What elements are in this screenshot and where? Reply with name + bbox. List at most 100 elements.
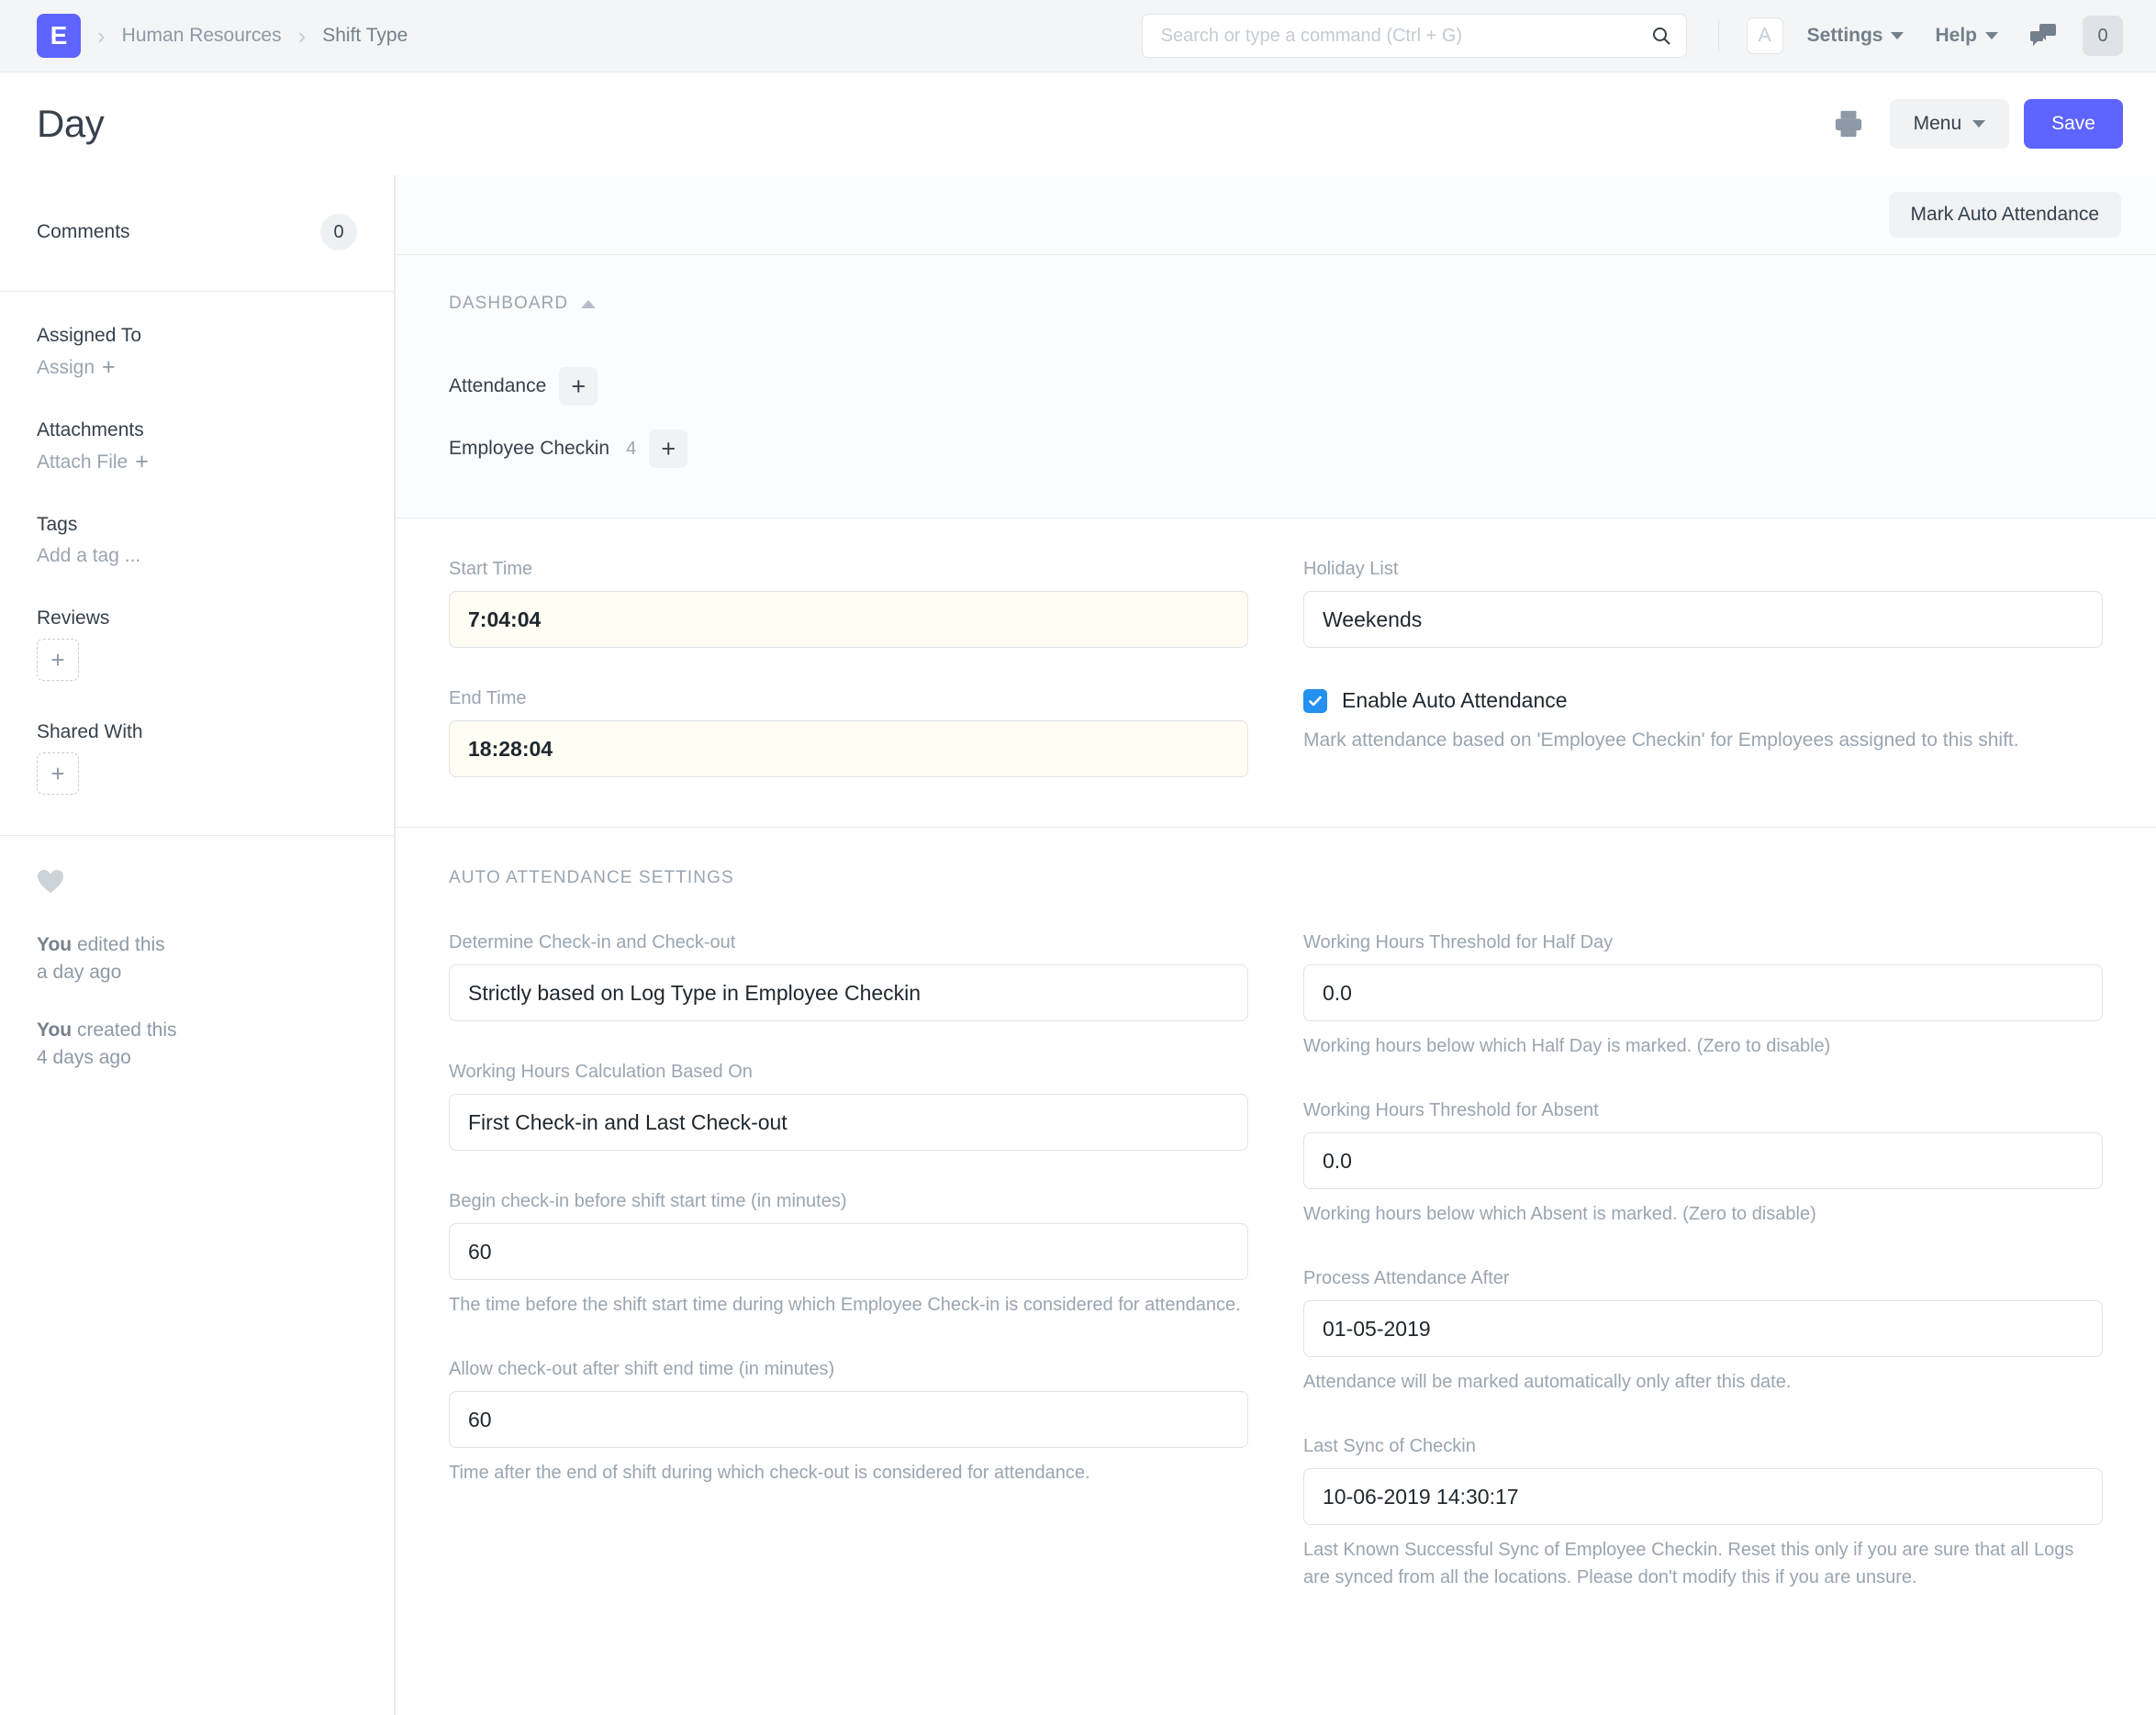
reviews-label: Reviews [37,607,110,629]
sidebar-assigned-to-block: Assigned To Assign + [37,325,357,379]
activity-actor: You [37,1019,73,1041]
working-hours-calculation-select[interactable] [449,1094,1248,1151]
search-container [1141,14,1687,58]
card-toolbar: Mark Auto Attendance [396,175,2156,255]
activity-actor: You [37,934,73,955]
activity-item: You created this 4 days ago [37,1017,357,1073]
begin-checkin-description: The time before the shift start time dur… [449,1295,1241,1315]
plus-icon: + [102,354,116,380]
chevron-down-icon [1891,32,1905,39]
search-input[interactable] [1141,14,1687,58]
dashboard-link-employee-checkin: Employee Checkin 4 + [449,429,2103,468]
holiday-list-label: Holiday List [1303,559,1399,579]
check-icon [1309,696,1322,706]
settings-menu[interactable]: Settings [1807,25,1905,47]
sidebar: Comments 0 Assigned To Assign + Attachme… [0,175,395,1715]
process-attendance-after-input[interactable] [1303,1300,2103,1357]
comments-count-badge: 0 [320,214,357,251]
determine-checkin-checkout-field: Determine Check-in and Check-out [449,932,1248,1021]
determine-checkin-checkout-select[interactable] [449,964,1248,1021]
breadcrumb-separator-icon: › [297,22,307,50]
sidebar-comments-block: Comments 0 [37,214,357,251]
dashboard-link-label[interactable]: Attendance [449,375,546,397]
add-share-button[interactable]: + [37,752,79,795]
last-sync-checkin-description: Last Known Successful Sync of Employee C… [1303,1540,2074,1587]
half-day-threshold-input[interactable] [1303,964,2103,1021]
heart-icon[interactable] [37,869,64,895]
shift-fields-section: Start Time End Time Holiday List [396,518,2156,828]
last-sync-checkin-input[interactable] [1303,1468,2103,1525]
attach-file-label: Attach File [37,451,128,473]
auto-attendance-section-label: AUTO ATTENDANCE SETTINGS [449,868,734,887]
chat-icon[interactable] [2029,23,2057,49]
menu-button-label: Menu [1913,113,1962,134]
sidebar-shared-with-block: Shared With + [37,721,357,795]
main-content: Mark Auto Attendance DASHBOARD Attendanc… [395,175,2156,1715]
auto-attendance-left-column: Determine Check-in and Check-out Working… [449,932,1248,1591]
enable-auto-attendance-field: Enable Auto Attendance Mark attendance b… [1303,688,2103,755]
dashboard-section: DASHBOARD Attendance + Employee Checkin … [396,255,2156,518]
absent-threshold-input[interactable] [1303,1132,2103,1189]
half-day-threshold-label: Working Hours Threshold for Half Day [1303,932,1614,952]
activity-time: 4 days ago [37,1047,131,1069]
breadcrumb-human-resources[interactable]: Human Resources [122,25,282,47]
sidebar-reviews-block: Reviews + [37,607,357,681]
sidebar-attachments-block: Attachments Attach File + [37,419,357,473]
mark-auto-attendance-button[interactable]: Mark Auto Attendance [1888,192,2121,238]
auto-attendance-right-column: Working Hours Threshold for Half Day Wor… [1303,932,2103,1591]
settings-label: Settings [1806,25,1883,46]
shift-fields-right-column: Holiday List Enable Auto Attendance Mark… [1303,559,2103,777]
add-tag-input[interactable]: Add a tag ... [37,545,140,567]
chevron-down-icon [1985,32,1998,39]
shared-with-label: Shared With [37,721,143,742]
process-attendance-after-label: Process Attendance After [1303,1268,1510,1288]
enable-auto-attendance-checkbox[interactable] [1303,688,1327,713]
start-time-field: Start Time [449,559,1248,648]
chevron-up-icon [581,299,597,308]
add-review-button[interactable]: + [37,639,79,681]
enable-auto-attendance-label: Enable Auto Attendance [1342,688,1568,712]
notification-badge[interactable]: 0 [2083,16,2123,56]
add-employee-checkin-button[interactable]: + [649,429,688,468]
breadcrumb-shift-type[interactable]: Shift Type [322,25,408,47]
save-button[interactable]: Save [2024,99,2123,149]
begin-checkin-label: Begin check-in before shift start time (… [449,1191,847,1211]
assigned-to-label: Assigned To [37,325,142,346]
determine-checkin-checkout-label: Determine Check-in and Check-out [449,932,736,952]
attach-file-button[interactable]: Attach File + [37,451,149,473]
auto-attendance-settings-section: AUTO ATTENDANCE SETTINGS Determine Check… [396,828,2156,1715]
sidebar-divider [0,291,394,292]
enable-auto-attendance-row[interactable]: Enable Auto Attendance [1303,688,2103,713]
dashboard-link-label[interactable]: Employee Checkin [449,438,609,460]
dashboard-section-header[interactable]: DASHBOARD [449,294,2103,314]
last-sync-checkin-label: Last Sync of Checkin [1303,1436,1476,1456]
page-title: Day [37,102,105,145]
holiday-list-input[interactable] [1303,591,2103,648]
add-attendance-button[interactable]: + [559,367,598,406]
activity-time: a day ago [37,962,122,984]
help-menu[interactable]: Help [1935,25,1998,47]
app-logo[interactable]: E [37,14,81,58]
page-header: Day Menu Save [0,72,2156,175]
print-icon[interactable] [1833,108,1864,139]
shift-fields-left-column: Start Time End Time [449,559,1248,777]
menu-button[interactable]: Menu [1889,99,2010,149]
begin-checkin-input[interactable] [449,1223,1248,1280]
start-time-label: Start Time [449,559,533,579]
avatar[interactable]: A [1746,17,1783,54]
end-time-input[interactable] [449,720,1248,777]
shift-fields-grid: Start Time End Time Holiday List [449,559,2103,777]
start-time-input[interactable] [449,591,1248,648]
breadcrumb-separator-icon: › [97,22,106,50]
assign-button[interactable]: Assign + [37,356,116,379]
allow-checkout-input[interactable] [449,1391,1248,1448]
comments-label: Comments [37,221,130,242]
enable-auto-attendance-description: Mark attendance based on 'Employee Check… [1303,729,2019,751]
navbar-divider [1717,19,1719,52]
sidebar-divider [0,835,394,836]
comments-row[interactable]: Comments 0 [37,214,357,251]
absent-threshold-field: Working Hours Threshold for Absent Worki… [1303,1100,2103,1228]
dashboard-link-attendance: Attendance + [449,367,2103,406]
half-day-threshold-description: Working hours below which Half Day is ma… [1303,1036,1831,1056]
plus-icon: + [135,449,149,474]
